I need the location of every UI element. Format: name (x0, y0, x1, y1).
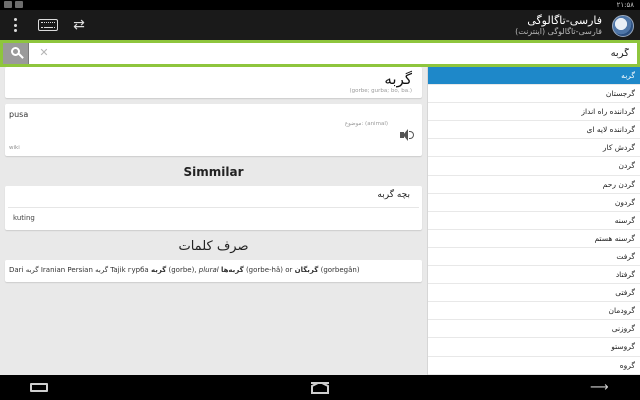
translation-card: pusa موضوع: (animal) wiki (5, 104, 422, 156)
similar-card[interactable]: بچه گربه kuting (5, 186, 422, 230)
word-list-item[interactable]: گردون (428, 194, 640, 212)
word-list-item[interactable]: گرفتی (428, 284, 640, 303)
notification-icon (4, 1, 12, 8)
word-list: گربه گرجستان گرداننده راه انداز گرداننده… (427, 67, 640, 375)
divider (8, 207, 419, 208)
entry-word: گربه (384, 70, 412, 88)
recent-apps-icon[interactable] (30, 383, 48, 392)
search-input[interactable] (55, 43, 629, 64)
word-list-item[interactable]: گروزنی (428, 320, 640, 339)
word-list-item[interactable]: گروه (428, 357, 640, 375)
search-button[interactable] (3, 43, 29, 64)
word-list-item[interactable]: گرداننده لایه ای (428, 121, 640, 140)
keyboard-icon[interactable] (38, 19, 58, 31)
clear-icon[interactable]: ✕ (37, 46, 51, 60)
app-title: فارسی-تاگالوگی (527, 14, 602, 27)
word-list-item[interactable]: گرسنه هستم (428, 230, 640, 248)
entry-transliteration: (gorbe; gurba; bo, ba.) (349, 88, 412, 94)
word-list-item[interactable]: گرجستان (428, 85, 640, 104)
status-time: ۲۱:۵۸ (616, 1, 634, 9)
word-list-item[interactable]: گرفتاد (428, 266, 640, 285)
notification-icons (4, 1, 23, 8)
app-title-block: فارسی-تاگالوگی فارسی-تاگالوگی (اینترنت) (515, 14, 602, 37)
home-icon[interactable] (311, 382, 329, 394)
word-list-item[interactable]: گربه (428, 67, 640, 86)
similar-heading: Simmilar (183, 165, 244, 179)
entry-header-card: گربه (gorbe; gurba; bo, ba.) (5, 67, 422, 98)
word-list-item[interactable]: گردش کار (428, 139, 640, 158)
inflection-text: Dari گربه Iranian Persian گربه Tajik гур… (9, 266, 360, 274)
app-subtitle: فارسی-تاگالوگی (اینترنت) (515, 27, 602, 36)
similar-word[interactable]: بچه گربه (377, 190, 410, 200)
status-bar: ۲۱:۵۸ (0, 0, 640, 10)
speaker-icon[interactable] (400, 129, 414, 141)
back-icon[interactable]: ⟶ (590, 381, 610, 394)
word-list-item[interactable]: گرفت (428, 248, 640, 267)
action-bar: ⇄ فارسی-تاگالوگی فارسی-تاگالوگی (اینترنت… (0, 10, 640, 40)
word-list-item[interactable]: گروستو (428, 338, 640, 357)
similar-translation: kuting (13, 214, 35, 222)
keyboard-notification-icon (15, 1, 23, 8)
inflection-card: Dari گربه Iranian Persian گربه Tajik гур… (5, 260, 422, 282)
word-list-item[interactable]: گرداننده راه انداز (428, 103, 640, 122)
app-logo-icon[interactable] (612, 15, 634, 37)
main-content: گربه (gorbe; gurba; bo, ba.) pusa موضوع:… (0, 67, 427, 375)
word-list-item[interactable]: گردن (428, 157, 640, 176)
word-list-item[interactable]: گردن رحم (428, 176, 640, 194)
navigation-bar: ⟶ (0, 375, 640, 400)
search-box: ✕ (3, 43, 637, 64)
word-list-item[interactable]: گرودمان (428, 302, 640, 321)
overflow-menu-icon[interactable] (8, 16, 22, 34)
translation-text[interactable]: pusa (9, 110, 28, 119)
source-label: wiki (9, 145, 20, 151)
swap-icon[interactable]: ⇄ (70, 16, 88, 34)
inflection-heading: صرف کلمات (178, 239, 249, 254)
word-list-item[interactable]: گرسنه (428, 212, 640, 230)
subject-label: موضوع: (animal) (344, 121, 388, 127)
search-bar: ✕ (0, 40, 640, 67)
